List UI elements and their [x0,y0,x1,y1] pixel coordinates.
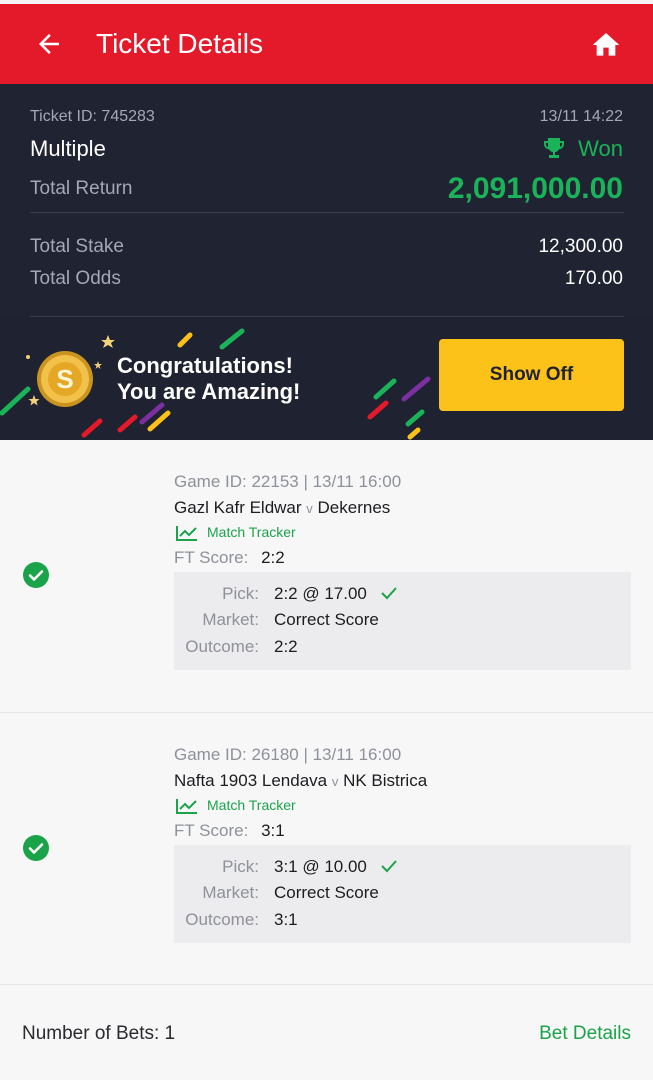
ticket-datetime: 13/11 14:22 [539,108,623,125]
bet-details-link[interactable]: Bet Details [539,1023,631,1045]
ft-score-row: FT Score: 3:1 [174,820,285,842]
ft-score-value: 3:1 [261,821,285,840]
away-team: Dekernes [317,498,391,517]
outcome-label: Outcome: [185,910,259,929]
number-of-bets: Number of Bets: 1 [22,1023,176,1044]
trophy-icon [544,138,564,158]
total-return-label: Total Return [30,178,133,199]
game-info: Game ID: 22153 | 13/11 16:00 [174,472,402,491]
page-title: Ticket Details [96,28,264,59]
ticket-id: Ticket ID: 745283 [30,108,155,125]
app-bar: Ticket Details [0,4,653,84]
market-label: Market: [202,883,259,902]
coin-icon: S [37,351,93,407]
ticket-summary: Ticket ID: 745283 13/11 14:22 Multiple W… [0,84,653,317]
pick-details: Pick: 3:1 @ 10.00 Market: Correct Score … [174,845,631,943]
back-arrow-icon[interactable] [34,29,64,59]
market-value: Correct Score [274,610,379,629]
ft-score-value: 2:2 [261,548,285,567]
congrats-line-2: You are Amazing! [117,379,301,404]
svg-text:S: S [56,364,73,394]
total-odds-value: 170.00 [564,268,623,289]
home-icon[interactable] [590,29,622,61]
check-circle-icon [23,835,49,861]
match-tracker-label: Match Tracker [207,797,296,813]
match-teams: Nafta 1903 Lendava v NK Bistrica [174,770,427,793]
outcome-value: 2:2 [274,637,298,656]
pick-details: Pick: 2:2 @ 17.00 Market: Correct Score … [174,572,631,670]
versus-label: v [331,774,339,789]
pick-value: 2:2 @ 17.00 [274,584,367,603]
total-stake-label: Total Stake [30,236,124,257]
check-icon [381,860,397,873]
summary-divider [30,212,624,213]
pick-label: Pick: [222,584,259,603]
versus-label: v [306,501,313,516]
match-tracker-icon [176,799,197,814]
ft-score-label: FT Score: [174,548,249,567]
market-value: Correct Score [274,883,379,902]
check-icon [381,587,397,600]
match-tracker-label: Match Tracker [207,524,296,540]
show-off-button[interactable]: Show Off [439,339,624,411]
total-return-value: 2,091,000.00 [447,172,623,205]
outcome-value: 3:1 [274,910,298,929]
game-info: Game ID: 26180 | 13/11 16:00 [174,745,402,764]
pick-value: 3:1 @ 10.00 [274,857,367,876]
ft-score-label: FT Score: [174,821,249,840]
ticket-footer: Number of Bets: 1 Bet Details [0,985,653,1080]
outcome-label: Outcome: [185,637,259,656]
home-team: Gazl Kafr Eldwar [174,498,302,517]
congrats-line-1: Congratulations! [117,353,293,378]
check-circle-icon [23,562,49,588]
match-tracker-icon [176,526,197,541]
ticket-status: Won [578,136,623,161]
market-label: Market: [202,610,259,629]
pick-label: Pick: [222,857,259,876]
total-stake-value: 12,300.00 [538,236,623,257]
away-team: NK Bistrica [343,771,428,790]
home-team: Nafta 1903 Lendava [174,771,328,790]
match-teams: Gazl Kafr Eldwar v Dekernes [174,497,390,520]
bet-item: Game ID: 26180 | 13/11 16:00 Nafta 1903 … [0,713,653,984]
ft-score-row: FT Score: 2:2 [174,547,285,569]
total-odds-label: Total Odds [30,268,121,289]
bet-item: Game ID: 22153 | 13/11 16:00 Gazl Kafr E… [0,440,653,712]
ticket-type: Multiple [30,136,106,161]
